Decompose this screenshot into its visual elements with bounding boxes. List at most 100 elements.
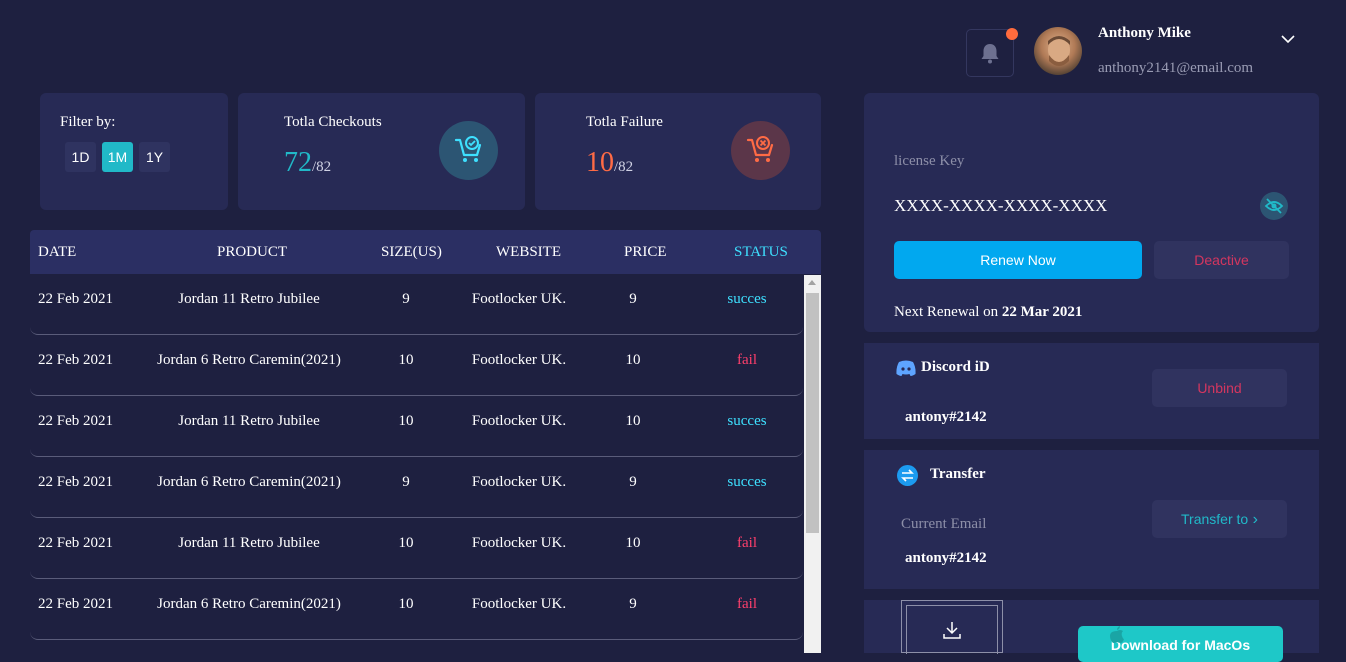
cell-date: 22 Feb 2021	[38, 596, 113, 612]
column-website[interactable]: WEBSITE	[496, 244, 561, 261]
discord-id-value: antony#2142	[905, 409, 987, 425]
user-menu-toggle[interactable]	[1280, 32, 1296, 51]
filter-1d-button[interactable]: 1D	[65, 142, 96, 172]
column-size[interactable]: SIZE(US)	[381, 244, 442, 261]
cell-status: fail	[737, 596, 757, 612]
filter-label: Filter by:	[60, 114, 116, 130]
filter-1y-button[interactable]: 1Y	[139, 142, 170, 172]
transfer-label: Transfer	[930, 466, 986, 482]
avatar[interactable]	[1034, 27, 1082, 75]
cell-size: 9	[402, 291, 410, 307]
user-email: anthony2141@email.com	[1098, 60, 1254, 76]
cell-price: 9	[629, 291, 637, 307]
cell-website: Footlocker UK.	[471, 535, 567, 551]
cell-size: 10	[398, 535, 414, 551]
table-row[interactable]: 22 Feb 2021 Jordan 11 Retro Jubilee 10 F…	[30, 519, 803, 579]
download-macos-label: Download for MacOs	[1110, 637, 1251, 653]
failure-total: /82	[614, 159, 634, 175]
scroll-up-icon[interactable]	[808, 280, 816, 285]
renewal-prefix: Next Renewal on	[894, 304, 1002, 320]
cell-website: Footlocker UK.	[471, 291, 567, 307]
current-email-value: antony#2142	[905, 550, 987, 566]
renewal-date: 22 Mar 2021	[1001, 304, 1083, 320]
total-checkouts-card: Totla Checkouts 72/82	[238, 93, 525, 210]
apple-icon	[1110, 626, 1124, 643]
cell-product: Jordan 11 Retro Jubilee	[178, 413, 320, 429]
column-product[interactable]: PRODUCT	[217, 244, 287, 261]
cell-price: 10	[625, 352, 641, 368]
cell-website: Footlocker UK.	[471, 352, 567, 368]
transfer-to-label: Transfer to	[1181, 511, 1249, 527]
license-key-value: XXXX-XXXX-XXXX-XXXX	[894, 196, 1108, 215]
cell-date: 22 Feb 2021	[38, 413, 113, 429]
unbind-button[interactable]: Unbind	[1152, 369, 1287, 407]
cell-price: 10	[625, 413, 641, 429]
transfer-icon	[897, 465, 918, 486]
chevron-right-icon: ›	[1248, 511, 1258, 528]
cell-status: succes	[727, 474, 767, 490]
checkouts-count: 72	[284, 147, 312, 178]
cell-product: Jordan 6 Retro Caremin(2021)	[157, 474, 341, 490]
cell-price: 9	[629, 474, 637, 490]
cell-size: 9	[402, 474, 410, 490]
notification-dot	[1006, 28, 1018, 40]
failure-label: Totla Failure	[586, 114, 663, 130]
avatar-image	[1048, 36, 1070, 66]
cell-size: 10	[398, 596, 414, 612]
cell-status: fail	[737, 535, 757, 551]
table-row[interactable]: 22 Feb 2021 Jordan 6 Retro Caremin(2021)…	[30, 458, 803, 518]
table-header: DATE PRODUCT SIZE(US) WEBSITE PRICE STAT…	[30, 230, 821, 274]
checkouts-value: 72/82	[284, 147, 331, 179]
download-macos-button[interactable]: Download for MacOs	[1078, 626, 1283, 662]
filter-card: Filter by: 1D 1M 1Y	[40, 93, 228, 210]
cell-website: Footlocker UK.	[471, 413, 567, 429]
cell-price: 9	[629, 596, 637, 612]
next-renewal: Next Renewal on 22 Mar 2021	[894, 304, 1082, 321]
cell-date: 22 Feb 2021	[38, 474, 113, 490]
cell-website: Footlocker UK.	[471, 474, 567, 490]
cart-x-icon	[731, 121, 790, 180]
cell-price: 10	[625, 535, 641, 551]
transfer-to-button[interactable]: Transfer to ›	[1152, 500, 1287, 538]
download-card: Download for MacOs	[864, 600, 1319, 662]
deactive-button[interactable]: Deactive	[1154, 241, 1289, 279]
failure-count: 10	[586, 147, 614, 178]
chevron-down-icon	[1281, 35, 1295, 44]
cell-product: Jordan 11 Retro Jubilee	[178, 291, 320, 307]
discord-icon	[896, 360, 916, 376]
table-row[interactable]: 22 Feb 2021 Jordan 6 Retro Caremin(2021)…	[30, 580, 803, 640]
renew-now-button[interactable]: Renew Now	[894, 241, 1142, 279]
column-price[interactable]: PRICE	[624, 244, 667, 261]
failure-value: 10/82	[586, 147, 633, 179]
cell-size: 10	[398, 352, 414, 368]
cell-product: Jordan 11 Retro Jubilee	[178, 535, 320, 551]
eye-off-icon	[1264, 198, 1284, 214]
toggle-key-visibility-button[interactable]	[1260, 192, 1288, 220]
license-card: license Key XXXX-XXXX-XXXX-XXXX Renew No…	[864, 93, 1319, 332]
checkouts-total: /82	[312, 159, 332, 175]
cell-date: 22 Feb 2021	[38, 291, 113, 307]
cell-status: succes	[727, 291, 767, 307]
cell-website: Footlocker UK.	[471, 596, 567, 612]
scrollbar-thumb[interactable]	[806, 293, 819, 533]
discord-card: Discord iD antony#2142 Unbind	[864, 343, 1319, 439]
column-status[interactable]: STATUS	[734, 244, 788, 261]
cell-product: Jordan 6 Retro Caremin(2021)	[157, 596, 341, 612]
cell-status: fail	[737, 352, 757, 368]
total-failure-card: Totla Failure 10/82	[535, 93, 821, 210]
table-row[interactable]: 22 Feb 2021 Jordan 11 Retro Jubilee 9 Fo…	[30, 275, 803, 335]
cell-size: 10	[398, 413, 414, 429]
download-icon	[943, 622, 961, 639]
transfer-card: Transfer Current Email antony#2142 Trans…	[864, 450, 1319, 589]
download-box[interactable]	[901, 600, 1003, 654]
cell-date: 22 Feb 2021	[38, 535, 113, 551]
column-date[interactable]: DATE	[38, 244, 76, 261]
filter-1m-button[interactable]: 1M	[102, 142, 133, 172]
cell-status: succes	[727, 413, 767, 429]
checkouts-label: Totla Checkouts	[284, 114, 382, 130]
cart-check-icon	[439, 121, 498, 180]
license-key-label: license Key	[894, 153, 965, 169]
table-row[interactable]: 22 Feb 2021 Jordan 11 Retro Jubilee 10 F…	[30, 397, 803, 457]
table-row[interactable]: 22 Feb 2021 Jordan 6 Retro Caremin(2021)…	[30, 336, 803, 396]
cell-product: Jordan 6 Retro Caremin(2021)	[157, 352, 341, 368]
